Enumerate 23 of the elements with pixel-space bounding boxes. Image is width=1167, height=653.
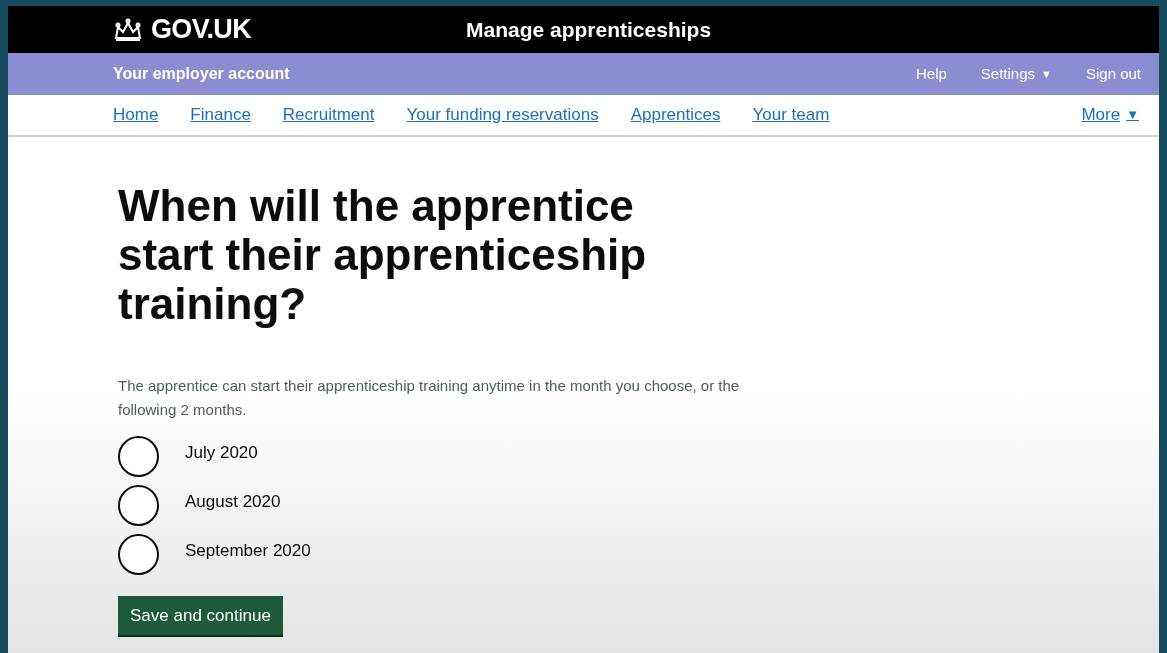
nav-link[interactable]: Home <box>113 102 159 128</box>
nav-link[interactable]: Recruitment <box>282 102 375 128</box>
radio-label[interactable]: July 2020 <box>185 439 258 466</box>
radio-label[interactable]: August 2020 <box>185 488 281 515</box>
nav-link[interactable]: Your funding reservations <box>406 102 599 128</box>
crown-icon <box>113 17 143 42</box>
account-link[interactable]: Help <box>916 62 947 86</box>
account-link[interactable]: Sign out <box>1085 62 1141 86</box>
save-and-continue-button[interactable]: Save and continue <box>118 596 283 635</box>
nav-link[interactable]: Your team <box>752 102 830 128</box>
account-link[interactable]: Settings ▼ <box>980 62 1052 86</box>
hint-text: The apprentice can start their apprenticeship training anytime in the month you choose, or the following 2 months. <box>118 376 741 420</box>
govuk-logo[interactable]: GOV.UK <box>151 9 251 50</box>
radio-button[interactable] <box>118 534 159 575</box>
nav-link[interactable]: Apprentices <box>630 102 721 128</box>
nav-link[interactable]: Finance <box>190 102 251 128</box>
service-name[interactable]: Manage apprenticeships <box>466 13 712 46</box>
radio-label[interactable]: September 2020 <box>185 537 311 564</box>
radio-button[interactable] <box>118 485 159 526</box>
account-title[interactable]: Your employer account <box>113 62 290 86</box>
more-menu-link[interactable]: More ▼ <box>1081 102 1139 128</box>
page-heading: When will the apprentice start their apprenticeship training? <box>118 181 648 328</box>
radio-button[interactable] <box>118 436 159 477</box>
